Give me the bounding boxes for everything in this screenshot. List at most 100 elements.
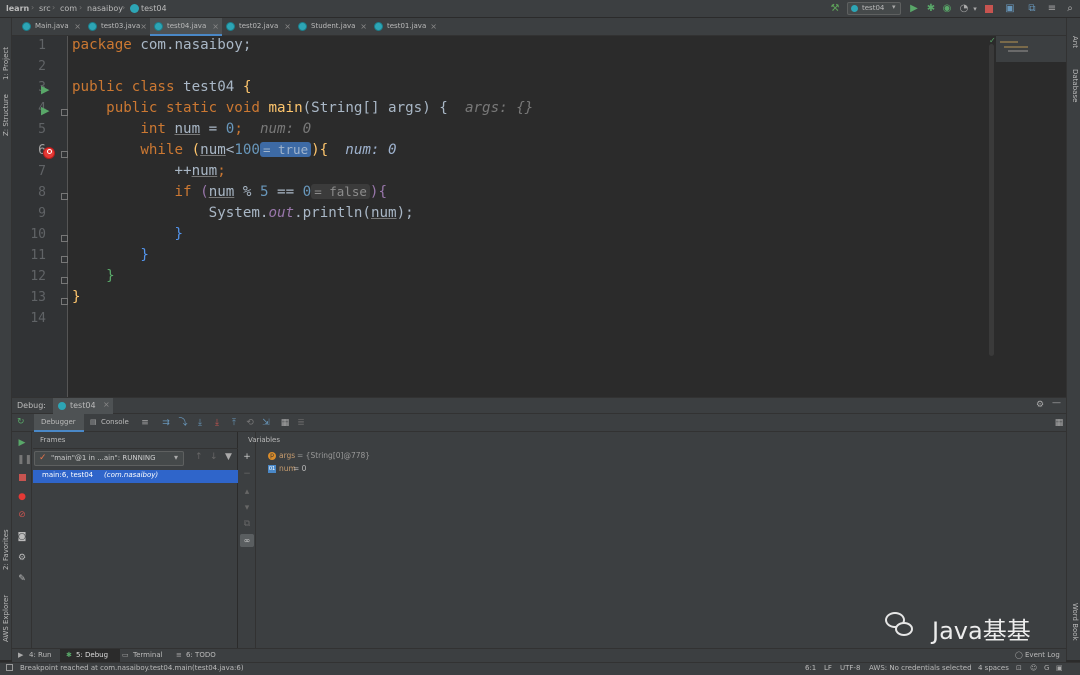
file-encoding[interactable]: UTF-8 — [840, 664, 860, 672]
close-icon[interactable]: × — [140, 18, 147, 35]
breakpoint-icon[interactable] — [43, 147, 55, 159]
run-tool-button[interactable]: 4: Run — [29, 651, 51, 659]
favorites-tool-button[interactable]: 2: Favorites — [2, 529, 10, 570]
step-over-icon[interactable]: ⤵ — [178, 418, 188, 428]
add-watch-icon[interactable]: + — [242, 452, 252, 462]
line-separator[interactable]: LF — [824, 664, 832, 672]
frame-row-selected[interactable]: main:6, test04 (com.nasaiboy) — [33, 470, 238, 483]
settings-icon[interactable]: ≡ — [1046, 3, 1058, 15]
fold-icon[interactable] — [61, 235, 68, 242]
force-step-into-icon[interactable]: ⤓ — [212, 418, 222, 428]
stop-icon[interactable] — [19, 474, 26, 481]
breadcrumb-src[interactable]: src — [39, 4, 51, 13]
remove-watch-icon[interactable]: − — [242, 469, 252, 479]
translate-icon[interactable]: ⧉ — [1026, 3, 1038, 15]
tab-test03-java[interactable]: test03.java × — [84, 18, 150, 36]
word-book-tool-button[interactable]: Word Book — [1071, 603, 1079, 641]
inspector-icon[interactable]: ☺ — [1030, 664, 1037, 672]
panel-toggle-icon[interactable] — [6, 664, 13, 671]
debug-bug-icon[interactable]: ✱ — [925, 3, 937, 15]
coverage-icon[interactable]: ◉ — [941, 3, 953, 15]
gear-icon[interactable]: ⚙ — [1036, 400, 1044, 410]
fold-icon[interactable] — [61, 151, 68, 158]
debug-session-tab[interactable]: test04 × — [53, 398, 113, 414]
view-breakpoints-icon[interactable]: ● — [17, 492, 27, 502]
aws-connection[interactable]: AWS: No credentials selected — [869, 664, 972, 672]
fold-icon[interactable] — [61, 256, 68, 263]
camera-icon[interactable]: ◙ — [17, 532, 27, 542]
aws-explorer-tool-button[interactable]: AWS Explorer — [2, 595, 10, 642]
project-structure-icon[interactable]: ▣ — [1004, 3, 1016, 15]
tab-test01-java[interactable]: test01.java × — [370, 18, 440, 36]
step-out-icon[interactable]: ⤒ — [229, 418, 239, 428]
breadcrumb-class[interactable]: test04 — [141, 4, 167, 13]
arrow-up-icon[interactable]: ↑ — [195, 452, 203, 462]
tab-student-java[interactable]: Student.java × — [294, 18, 370, 36]
close-icon[interactable]: × — [74, 18, 81, 35]
close-icon[interactable]: × — [360, 18, 367, 35]
trace-icon[interactable]: ≣ — [296, 418, 306, 428]
ant-tool-button[interactable]: Ant — [1071, 36, 1079, 48]
fold-icon[interactable] — [61, 277, 68, 284]
event-log-button[interactable]: Event Log — [1025, 651, 1060, 659]
tab-test02-java[interactable]: test02.java × — [222, 18, 294, 36]
editor-scrollbar[interactable] — [989, 44, 994, 356]
menu-icon[interactable]: ≡ — [140, 418, 150, 428]
close-icon[interactable]: × — [103, 400, 110, 409]
indent-setting[interactable]: 4 spaces — [978, 664, 1009, 672]
thread-select[interactable]: ✓ "main"@1 in ...ain": RUNNING ▾ — [34, 451, 184, 466]
project-tool-button[interactable]: 1: Project — [2, 47, 10, 80]
show-watches-toggle-icon[interactable]: ∞ — [240, 534, 254, 547]
structure-tool-button[interactable]: Z: Structure — [2, 94, 10, 136]
settings-icon[interactable]: ⚙ — [17, 553, 27, 563]
breadcrumb-package[interactable]: nasaiboy — [87, 4, 123, 13]
google-icon[interactable]: G — [1044, 664, 1049, 672]
close-icon[interactable]: × — [430, 18, 437, 35]
tab-test04-java[interactable]: test04.java × — [150, 18, 222, 36]
move-up-icon[interactable]: ▴ — [242, 487, 252, 497]
tab-console[interactable]: ▤ Console — [90, 414, 138, 432]
breadcrumb-com[interactable]: com — [60, 4, 77, 13]
rerun-icon[interactable]: ↻ — [17, 417, 25, 427]
search-icon[interactable]: ⌕ — [1064, 3, 1076, 15]
close-icon[interactable]: × — [284, 18, 291, 35]
tab-main-java[interactable]: Main.java × — [18, 18, 84, 36]
tab-debugger[interactable]: Debugger — [34, 414, 84, 432]
code-editor[interactable]: package com.nasaiboy; public class test0… — [69, 36, 996, 397]
fold-icon[interactable] — [61, 298, 68, 305]
pause-icon[interactable]: ❚❚ — [17, 455, 32, 465]
evaluate-expression-icon[interactable]: ▦ — [280, 418, 290, 428]
memory-icon[interactable]: ▣ — [1056, 664, 1063, 672]
minimize-icon[interactable]: — — [1052, 398, 1061, 408]
status-message[interactable]: Breakpoint reached at com.nasaiboy.test0… — [20, 664, 244, 672]
close-icon[interactable]: × — [212, 18, 219, 35]
step-into-icon[interactable]: ⤓ — [195, 418, 205, 428]
build-hammer-icon[interactable]: ⚒ — [829, 3, 841, 15]
run-gutter-icon[interactable]: ▶ — [41, 83, 49, 96]
layout-settings-icon[interactable]: ▦ — [1054, 418, 1064, 428]
lock-icon[interactable]: ⊡ — [1016, 664, 1022, 672]
fold-icon[interactable] — [61, 193, 68, 200]
filter-icon[interactable]: ▼ — [225, 452, 232, 462]
chevron-down-icon[interactable]: ▾ — [969, 3, 981, 15]
breadcrumb-project[interactable]: learn — [6, 4, 29, 13]
debug-tool-button[interactable]: ✱ 5: Debug — [60, 649, 120, 663]
stop-icon[interactable] — [985, 5, 993, 13]
drop-frame-icon[interactable]: ⟲ — [245, 418, 255, 428]
fold-icon[interactable] — [61, 109, 68, 116]
mute-breakpoints-icon[interactable]: ⊘ — [17, 510, 27, 520]
run-icon[interactable]: ▶ — [908, 3, 920, 15]
pin-icon[interactable]: ✎ — [17, 574, 27, 584]
caret-position[interactable]: 6:1 — [805, 664, 816, 672]
move-down-icon[interactable]: ▾ — [242, 503, 252, 513]
todo-tool-button[interactable]: 6: TODO — [186, 651, 216, 659]
arrow-down-icon[interactable]: ↓ — [210, 452, 218, 462]
copy-icon[interactable]: ⧉ — [242, 519, 252, 529]
run-configuration-select[interactable]: test04 ▾ — [847, 2, 901, 15]
terminal-tool-button[interactable]: Terminal — [133, 651, 163, 659]
show-execution-point-icon[interactable]: ⇉ — [161, 418, 171, 428]
code-minimap[interactable]: ✓ — [989, 36, 1066, 62]
run-to-cursor-icon[interactable]: ⇲ — [261, 418, 271, 428]
run-gutter-icon[interactable]: ▶ — [41, 104, 49, 117]
resume-icon[interactable]: ▶ — [17, 438, 27, 448]
